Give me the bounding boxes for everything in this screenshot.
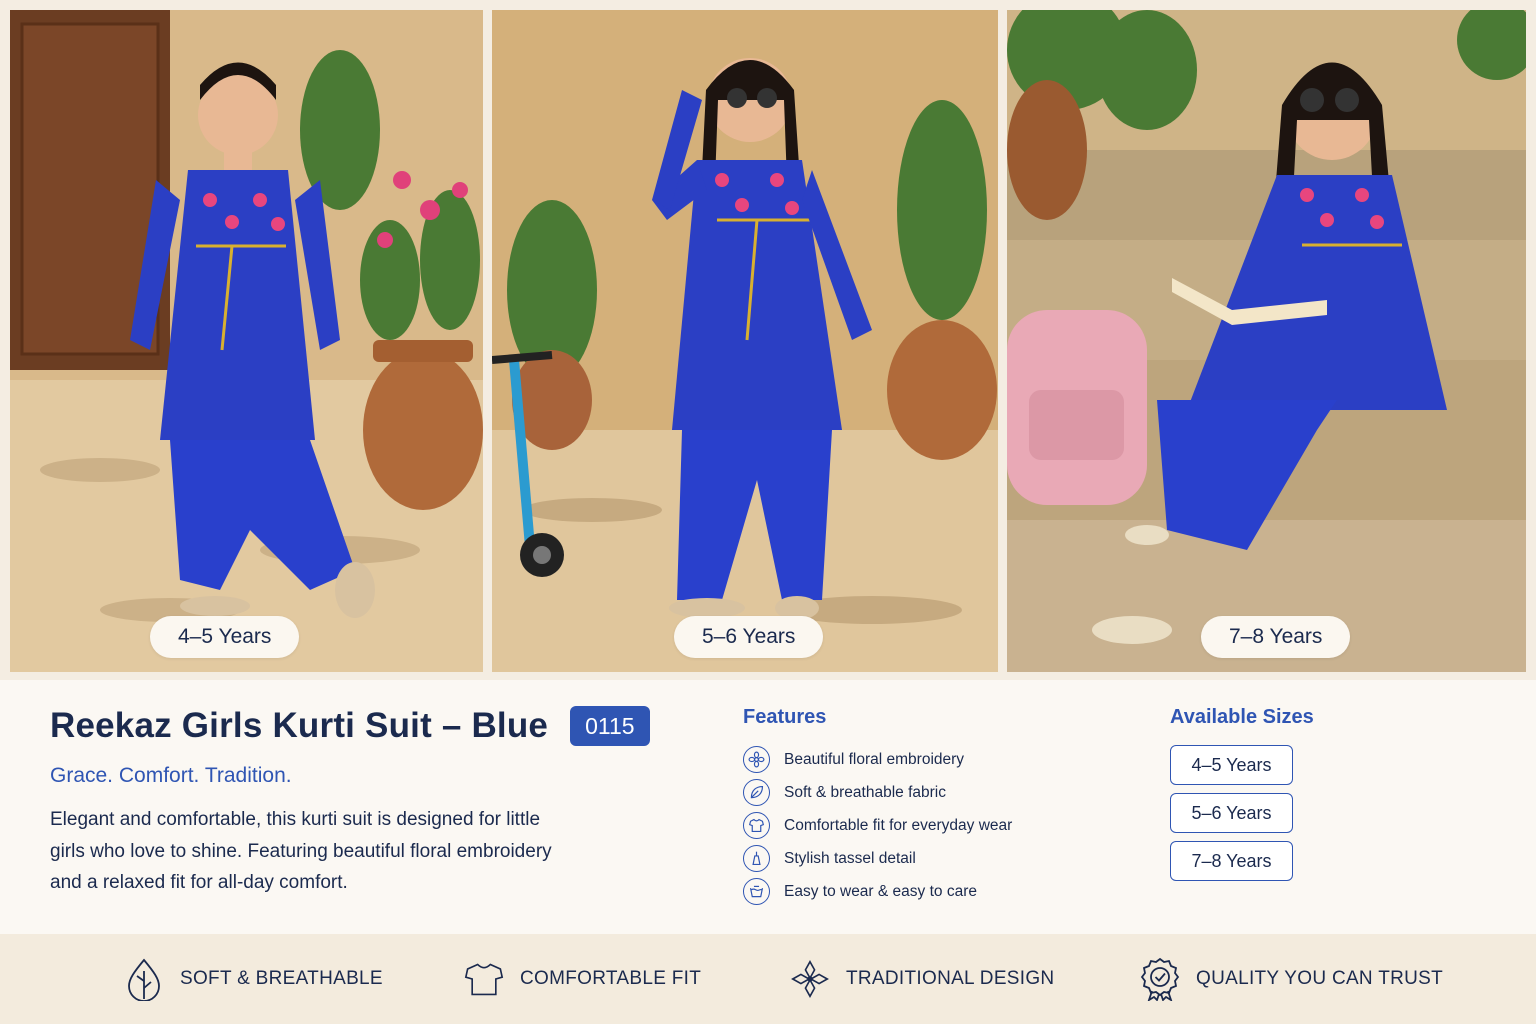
quality-badge-icon: [1140, 957, 1180, 1001]
sizes-section: Available Sizes 4–5 Years 5–6 Years 7–8 …: [1170, 706, 1314, 889]
feature-label: Stylish tassel detail: [784, 849, 916, 867]
photo-illustration: [1007, 10, 1526, 672]
benefit-item: TRADITIONAL DESIGN: [790, 934, 1054, 1024]
benefits-bar: SOFT & BREATHABLE COMFORTABLE FIT TRADIT…: [0, 934, 1536, 1024]
feature-item: Easy to wear & easy to care: [743, 875, 1012, 908]
tshirt-icon: [743, 812, 770, 839]
photo-illustration: [492, 10, 998, 672]
size-option-button[interactable]: 4–5 Years: [1170, 745, 1293, 785]
feature-item: Stylish tassel detail: [743, 842, 1012, 875]
benefit-label: QUALITY YOU CAN TRUST: [1196, 968, 1444, 989]
product-code-badge: 0115: [570, 706, 650, 746]
age-label: 5–6 Years: [674, 616, 824, 658]
feature-label: Comfortable fit for everyday wear: [784, 816, 1013, 834]
size-options: 4–5 Years 5–6 Years 7–8 Years: [1170, 745, 1314, 881]
features-heading: Features: [743, 706, 827, 728]
leaf-drop-icon: [128, 958, 160, 1001]
product-title-row: Reekaz Girls Kurti Suit – Blue 0115: [50, 706, 650, 746]
ornament-icon: [791, 960, 829, 998]
feature-label: Soft & breathable fabric: [784, 783, 946, 801]
feature-label: Easy to wear & easy to care: [784, 882, 977, 900]
benefit-item: SOFT & BREATHABLE: [124, 934, 383, 1024]
feature-item: Soft & breathable fabric: [743, 776, 1012, 809]
leaf-icon: [743, 779, 770, 806]
features-section: Features Beautiful floral embroidery Sof…: [743, 706, 1012, 908]
product-photo-5-6-years[interactable]: 5–6 Years: [492, 10, 998, 672]
size-option-button[interactable]: 7–8 Years: [1170, 841, 1293, 881]
benefit-label: COMFORTABLE FIT: [520, 968, 702, 989]
benefit-label: TRADITIONAL DESIGN: [846, 968, 1055, 989]
product-description: Elegant and comfortable, this kurti suit…: [50, 809, 552, 893]
size-option-button[interactable]: 5–6 Years: [1170, 793, 1293, 833]
feature-label: Beautiful floral embroidery: [784, 750, 965, 768]
features-list: Beautiful floral embroidery Soft & breat…: [743, 743, 1012, 908]
tassel-icon: [743, 845, 770, 872]
benefit-label: SOFT & BREATHABLE: [180, 968, 383, 989]
washing-icon: [743, 878, 770, 905]
sizes-heading: Available Sizes: [1170, 706, 1314, 728]
photo-strip: 4–5 Years 5–6 Years 7–8 Years: [0, 0, 1536, 680]
benefit-item: QUALITY YOU CAN TRUST: [1140, 934, 1443, 1024]
tshirt-icon: [464, 963, 504, 996]
flower-icon: [743, 746, 770, 773]
product-photo-7-8-years[interactable]: 7–8 Years: [1007, 10, 1526, 672]
age-label: 7–8 Years: [1201, 616, 1351, 658]
feature-item: Beautiful floral embroidery: [743, 743, 1012, 776]
product-title: Reekaz Girls Kurti Suit – Blue: [50, 706, 549, 745]
age-label: 4–5 Years: [150, 616, 300, 658]
product-tagline: Grace. Comfort. Tradition.: [50, 764, 292, 787]
benefit-item: COMFORTABLE FIT: [464, 934, 701, 1024]
photo-illustration: [10, 10, 483, 672]
feature-item: Comfortable fit for everyday wear: [743, 809, 1012, 842]
product-photo-4-5-years[interactable]: 4–5 Years: [10, 10, 483, 672]
